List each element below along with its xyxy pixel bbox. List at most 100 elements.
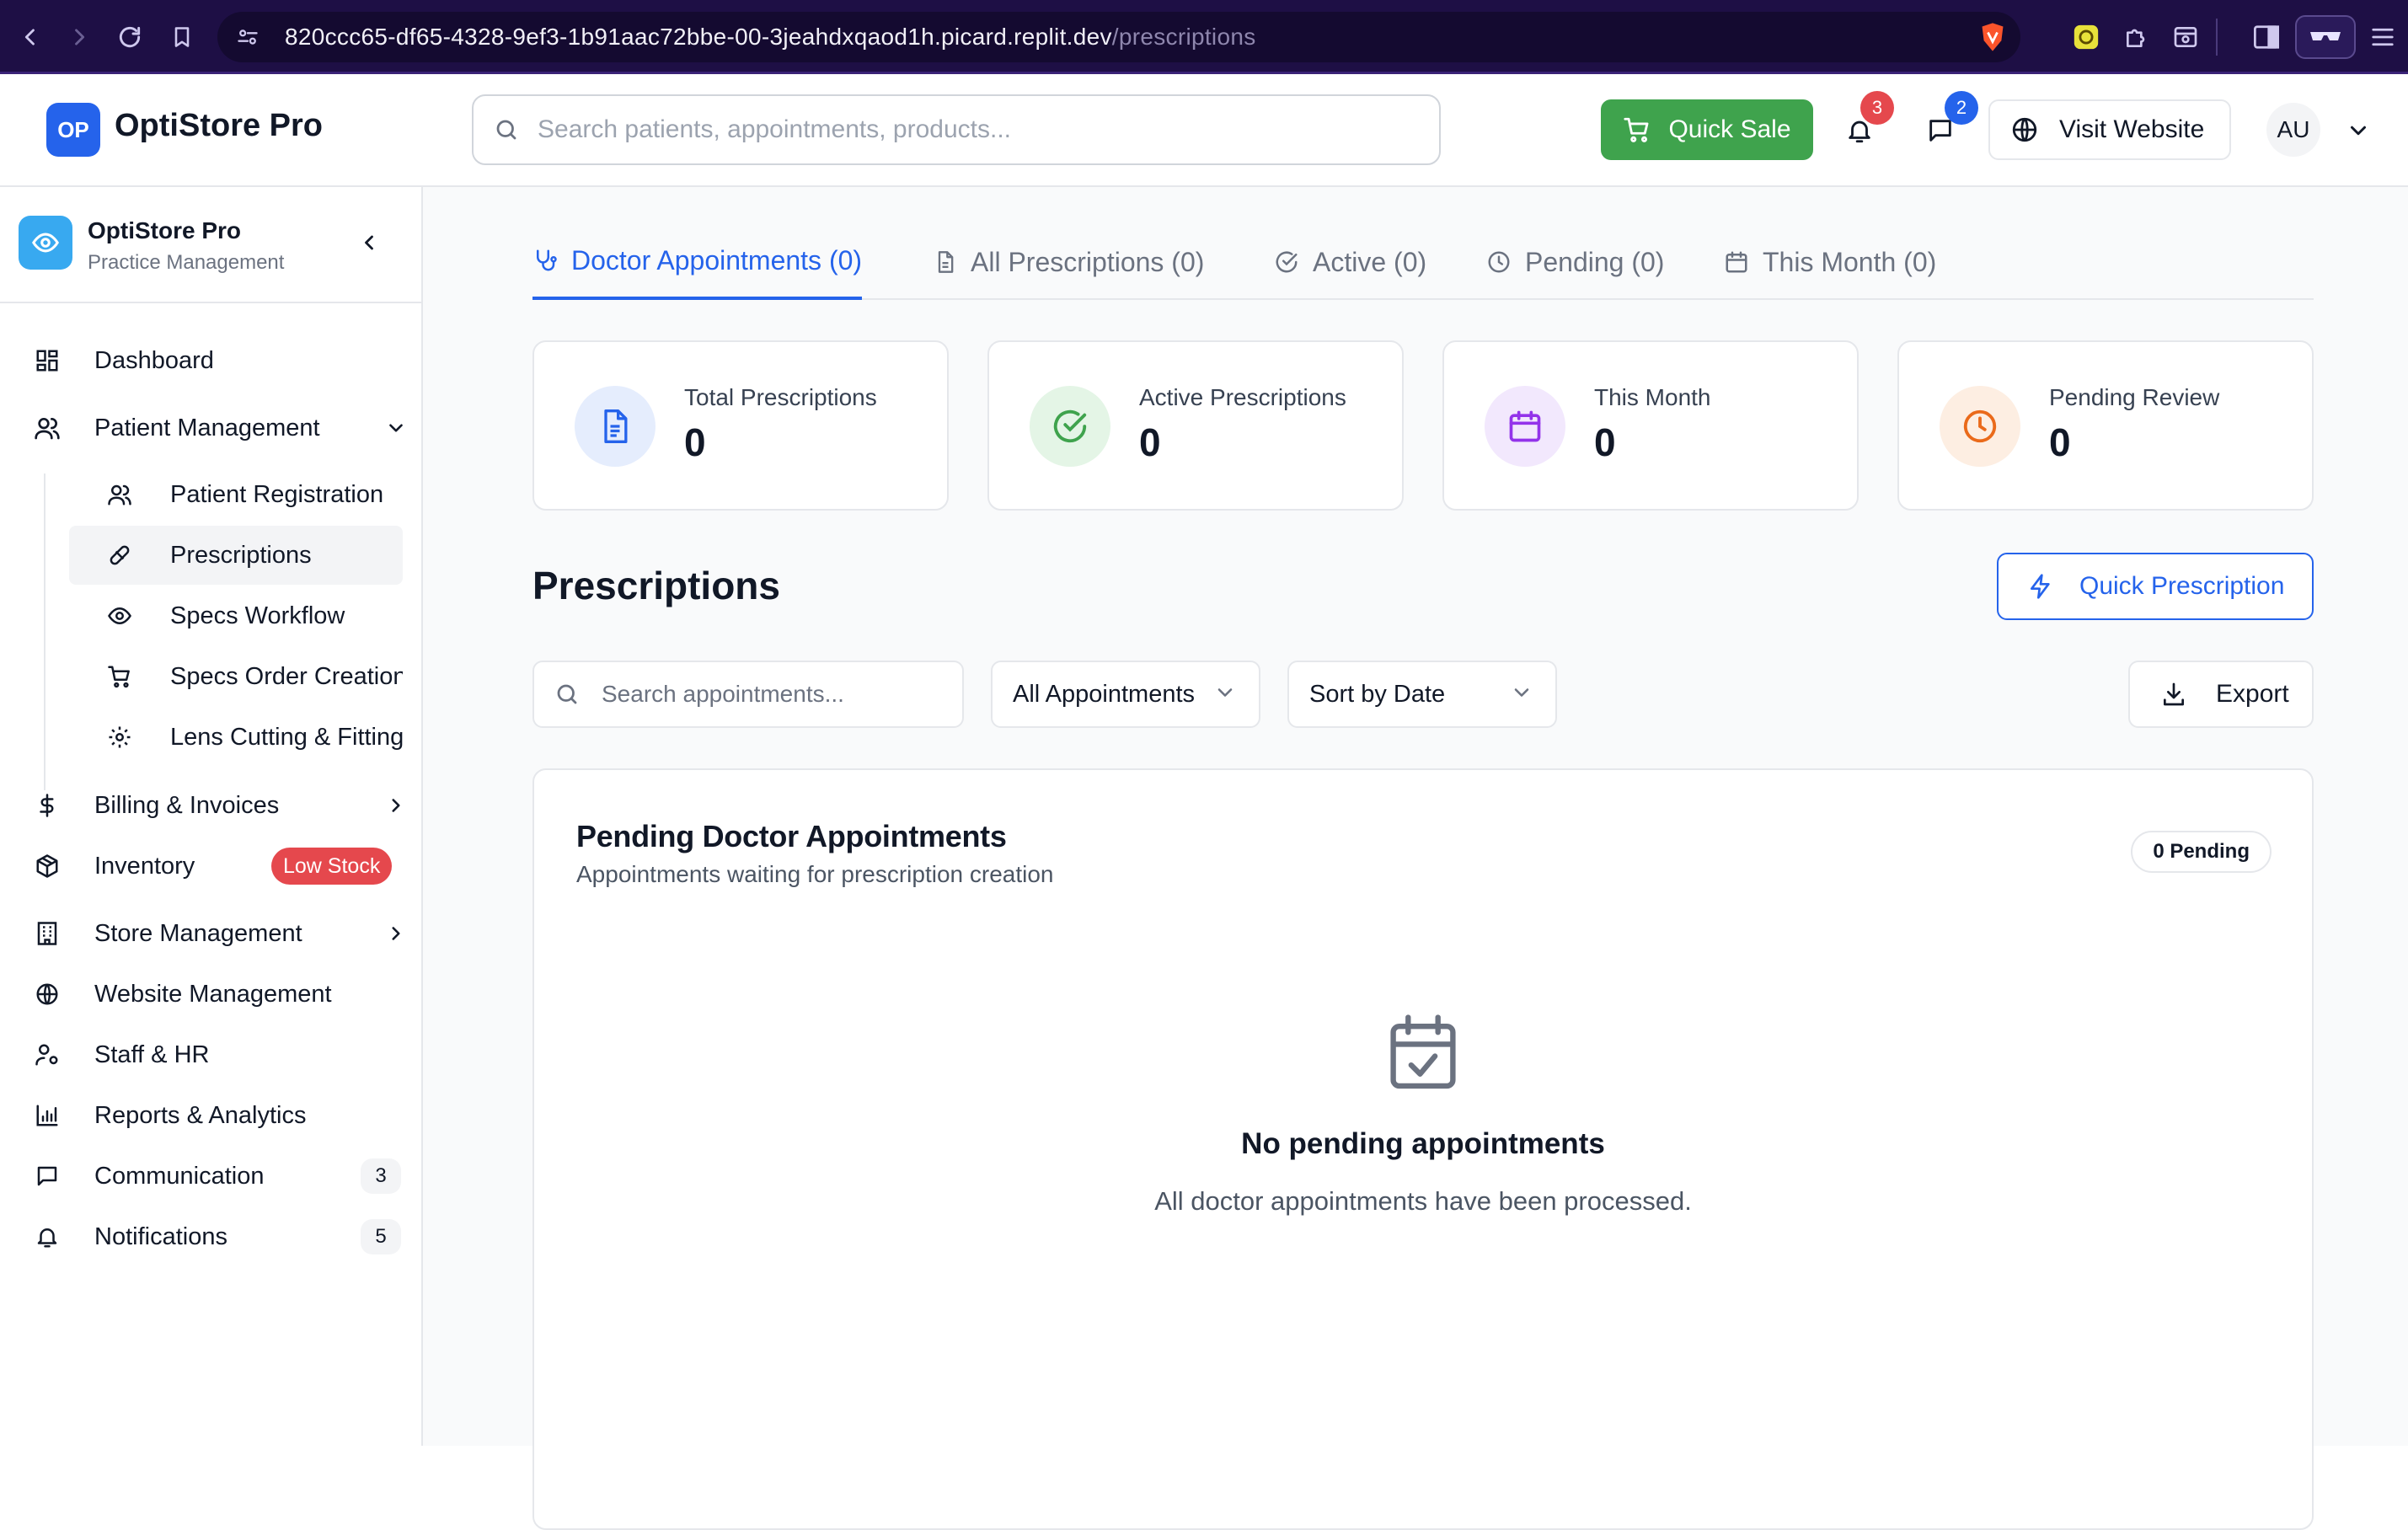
tab-all-prescriptions[interactable]: All Prescriptions (0): [934, 224, 1204, 300]
global-search-input[interactable]: [538, 115, 1380, 144]
sidebar-subitem-lens-cutting[interactable]: Lens Cutting & Fitting: [69, 708, 403, 767]
puzzle-icon[interactable]: [2118, 19, 2155, 56]
stat-value: 0: [1139, 420, 1161, 464]
package-icon: [32, 851, 62, 881]
back-icon[interactable]: [12, 19, 49, 56]
sidebar-header: OptiStore Pro Practice Management: [0, 187, 421, 303]
sidebar-subitem-specs-workflow[interactable]: Specs Workflow: [69, 586, 403, 645]
low-stock-badge: Low Stock: [271, 848, 393, 885]
stat-label: This Month: [1594, 384, 1711, 410]
message-icon: [32, 1161, 62, 1191]
menu-icon[interactable]: [2364, 19, 2401, 56]
building-icon: [32, 918, 62, 949]
stat-card-this-month: This Month 0: [1442, 340, 1859, 511]
logo-badge[interactable]: OP: [46, 103, 100, 157]
app-name[interactable]: OptiStore Pro: [115, 108, 323, 144]
sidebar-item-label: Patient Management: [94, 414, 320, 441]
lightning-icon: [2027, 573, 2054, 600]
empty-state-subtitle: All doctor appointments have been proces…: [1154, 1186, 1692, 1216]
extension-icon[interactable]: [2068, 19, 2105, 56]
url-host: 820ccc65-df65-4328-9ef3-1b91aac72bbe-00-…: [285, 24, 1112, 50]
check-circle-icon: [1274, 249, 1299, 275]
bookmark-icon[interactable]: [163, 19, 201, 56]
global-search[interactable]: [472, 94, 1441, 165]
sidebar-subitem-specs-order-creation[interactable]: Specs Order Creation: [69, 647, 403, 706]
card-subtitle: Appointments waiting for prescription cr…: [576, 861, 1054, 887]
sidebar-item-label: Dashboard: [94, 346, 214, 374]
tab-doctor-appointments[interactable]: Doctor Appointments (0): [532, 224, 863, 300]
export-button[interactable]: Export: [2128, 661, 2314, 728]
sidebar-title: OptiStore Pro: [88, 217, 242, 243]
tab-label: All Prescriptions (0): [971, 246, 1205, 277]
stat-card-active-prescriptions: Active Prescriptions 0: [987, 340, 1404, 511]
sidebar-subitem-patient-registration[interactable]: Patient Registration: [69, 465, 403, 524]
dollar-icon: [32, 790, 62, 821]
sidebar-item-label: Website Management: [94, 980, 332, 1008]
sidebar-toggle-icon[interactable]: [2248, 19, 2285, 56]
messages-button[interactable]: 2: [1919, 91, 1978, 152]
sidebar-item-dashboard[interactable]: Dashboard: [0, 332, 421, 389]
sort-select[interactable]: Sort by Date: [1287, 661, 1557, 728]
tab-this-month[interactable]: This Month (0): [1724, 224, 1936, 300]
avatar[interactable]: AU: [2266, 103, 2320, 157]
sidebar-item-label: Staff & HR: [94, 1041, 210, 1068]
brave-shield-icon[interactable]: [1978, 22, 2007, 52]
tab-pending[interactable]: Pending (0): [1486, 224, 1664, 300]
sidebar-item-inventory[interactable]: Inventory Low Stock: [0, 837, 421, 895]
sidebar-item-notifications[interactable]: Notifications 5: [0, 1208, 421, 1265]
reader-icon[interactable]: [2167, 19, 2204, 56]
chevron-down-icon[interactable]: [2346, 118, 2371, 143]
visit-website-button[interactable]: Visit Website: [1988, 99, 2231, 160]
toolbar-divider: [2216, 19, 2218, 56]
collapse-sidebar-button[interactable]: [352, 226, 386, 259]
visit-website-label: Visit Website: [2059, 115, 2205, 143]
appointment-type-select[interactable]: All Appointments: [991, 661, 1260, 728]
sidebar-subitem-label: Prescriptions: [170, 541, 312, 569]
users-icon: [32, 413, 62, 443]
sidebar-item-label: Communication: [94, 1162, 265, 1190]
sidebar-item-patient-management[interactable]: Patient Management: [0, 399, 421, 457]
forward-icon[interactable]: [61, 19, 98, 56]
sidebar-subitem-label: Specs Order Creation: [170, 662, 403, 690]
sidebar-item-communication[interactable]: Communication 3: [0, 1148, 421, 1205]
export-label: Export: [2216, 680, 2289, 708]
stat-label: Active Prescriptions: [1139, 384, 1346, 410]
stat-value: 0: [2049, 420, 2071, 464]
bar-chart-icon: [32, 1100, 62, 1131]
sidebar-item-label: Inventory: [94, 852, 195, 880]
file-text-icon: [575, 386, 656, 467]
private-window-icon[interactable]: [2295, 15, 2356, 59]
eye-icon: [104, 601, 135, 631]
appointment-search-input[interactable]: [602, 681, 939, 708]
sidebar-subitem-prescriptions[interactable]: Prescriptions: [69, 526, 403, 585]
quick-prescription-button[interactable]: Quick Prescription: [1997, 553, 2314, 620]
stat-label: Total Prescriptions: [684, 384, 877, 410]
sidebar-item-reports[interactable]: Reports & Analytics: [0, 1087, 421, 1144]
notifications-button[interactable]: 3: [1838, 91, 1894, 152]
quick-sale-button[interactable]: Quick Sale: [1601, 99, 1813, 160]
site-settings-icon[interactable]: [236, 25, 260, 49]
pending-appointments-card: Pending Doctor Appointments Appointments…: [532, 768, 2314, 1530]
sidebar-item-billing[interactable]: Billing & Invoices: [0, 777, 421, 834]
user-cog-icon: [32, 1040, 62, 1070]
tab-active[interactable]: Active (0): [1274, 224, 1426, 300]
sidebar-item-website-management[interactable]: Website Management: [0, 966, 421, 1023]
empty-state-title: No pending appointments: [1241, 1127, 1605, 1160]
reload-icon[interactable]: [111, 19, 148, 56]
sidebar-item-store-management[interactable]: Store Management: [0, 905, 421, 962]
users-icon: [104, 479, 135, 510]
clock-icon: [1486, 249, 1512, 275]
app-header: OP OptiStore Pro Quick Sale 3 2 Visit We…: [0, 74, 2408, 187]
stat-label: Pending Review: [2049, 384, 2220, 410]
search-icon: [554, 682, 580, 707]
tab-label: Doctor Appointments (0): [571, 244, 863, 276]
sidebar-item-staff-hr[interactable]: Staff & HR: [0, 1026, 421, 1083]
messages-count-badge: 2: [1945, 91, 1978, 125]
check-circle-icon: [1030, 386, 1110, 467]
pill-icon: [104, 540, 135, 570]
address-bar[interactable]: 820ccc65-df65-4328-9ef3-1b91aac72bbe-00-…: [217, 12, 2020, 62]
appointment-search[interactable]: [532, 661, 964, 728]
globe-icon: [32, 979, 62, 1009]
download-icon: [2160, 681, 2187, 708]
chevron-down-icon: [1510, 681, 1533, 704]
